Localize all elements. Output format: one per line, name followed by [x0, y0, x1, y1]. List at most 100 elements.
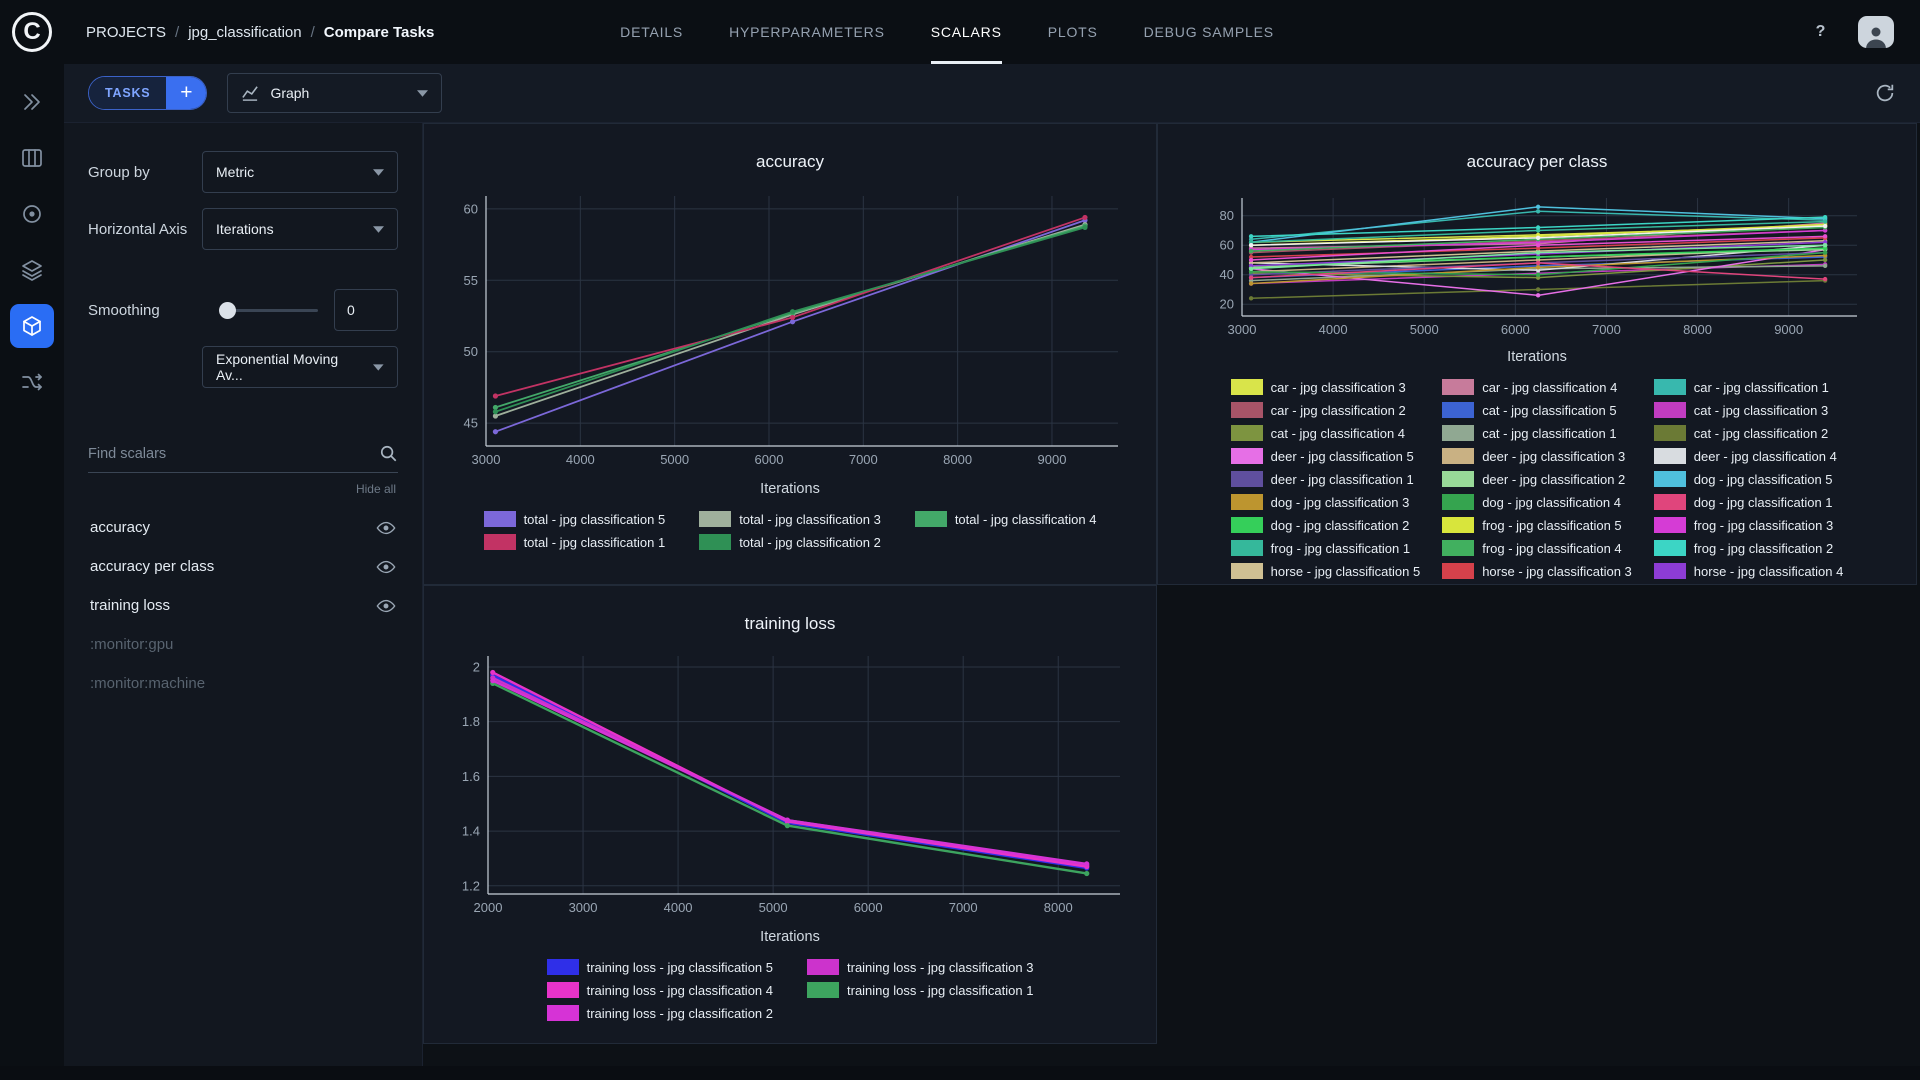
legend-item[interactable]: dog - jpg classification 4 — [1442, 494, 1632, 510]
legend-item[interactable]: horse - jpg classification 4 — [1653, 563, 1843, 579]
legend-item[interactable]: total - jpg classification 2 — [699, 534, 881, 550]
horizontal-axis-select[interactable]: Iterations — [202, 208, 398, 250]
legend-item[interactable]: training loss - jpg classification 4 — [546, 982, 773, 998]
legend-item[interactable]: frog - jpg classification 5 — [1442, 517, 1632, 533]
add-task-button[interactable]: + — [166, 77, 207, 109]
scalar-item[interactable]: :monitor:machine — [88, 664, 398, 703]
legend-item[interactable]: total - jpg classification 3 — [699, 511, 881, 527]
group-by-select[interactable]: Metric — [202, 151, 398, 193]
scalar-item[interactable]: accuracy — [88, 508, 398, 547]
reports-icon[interactable] — [10, 248, 54, 292]
legend-item[interactable]: deer - jpg classification 5 — [1230, 448, 1421, 464]
breadcrumb-projects[interactable]: PROJECTS — [86, 24, 166, 41]
legend-item[interactable]: dog - jpg classification 5 — [1653, 471, 1844, 487]
legend-item[interactable]: cat - jpg classification 5 — [1442, 402, 1632, 418]
legend-item[interactable]: cat - jpg classification 3 — [1653, 402, 1844, 418]
legend-item[interactable]: cat - jpg classification 2 — [1653, 425, 1844, 441]
view-mode-select[interactable]: Graph — [227, 73, 443, 113]
tab-scalars[interactable]: SCALARS — [930, 0, 1002, 64]
legend-item[interactable]: training loss - jpg classification 1 — [807, 982, 1033, 998]
legend-item[interactable]: total - jpg classification 4 — [914, 511, 1096, 527]
breadcrumb-compare-tasks[interactable]: Compare Tasks — [324, 24, 435, 41]
svg-text:4000: 4000 — [566, 452, 595, 467]
visibility-eye-icon[interactable] — [376, 560, 396, 574]
tab-details[interactable]: DETAILS — [620, 0, 683, 64]
breadcrumb-separator: / — [310, 23, 315, 41]
legend-item[interactable]: horse - jpg classification 3 — [1442, 563, 1632, 579]
legend-item[interactable]: deer - jpg classification 3 — [1442, 448, 1632, 464]
legend-item[interactable]: deer - jpg classification 2 — [1442, 471, 1632, 487]
clearml-logo[interactable]: C — [0, 12, 64, 52]
refresh-icon[interactable] — [1874, 82, 1896, 104]
legend-swatch — [1442, 379, 1475, 395]
svg-text:45: 45 — [464, 416, 478, 431]
legend-item[interactable]: car - jpg classification 3 — [1230, 379, 1421, 395]
tab-debug-samples[interactable]: DEBUG SAMPLES — [1144, 0, 1274, 64]
chevron-down-icon — [373, 168, 384, 176]
legend-item[interactable]: frog - jpg classification 2 — [1653, 540, 1844, 556]
legend-item[interactable]: horse - jpg classification 5 — [1230, 563, 1420, 579]
legend-item[interactable]: car - jpg classification 2 — [1230, 402, 1421, 418]
hide-all-button[interactable]: Hide all — [88, 482, 396, 496]
datasets-icon[interactable] — [10, 136, 54, 180]
x-axis-label: Iterations — [760, 929, 820, 945]
smoothing-value-input[interactable] — [334, 289, 398, 331]
scalar-item[interactable]: accuracy per class — [88, 547, 398, 586]
legend-item[interactable]: dog - jpg classification 1 — [1653, 494, 1844, 510]
accuracy-per-class-line-chart[interactable]: 3000 4000 5000 6000 7000 8000 9000 20 40 60 80 — [1192, 184, 1882, 344]
legend-item[interactable]: total - jpg classification 1 — [483, 534, 666, 550]
legend-item[interactable]: dog - jpg classification 3 — [1230, 494, 1421, 510]
legend-item[interactable]: cat - jpg classification 1 — [1442, 425, 1632, 441]
breadcrumb-project-name[interactable]: jpg_classification — [188, 24, 301, 41]
svg-text:50: 50 — [464, 344, 478, 359]
scalar-label: accuracy per class — [90, 558, 215, 575]
legend-item[interactable]: frog - jpg classification 3 — [1653, 517, 1844, 533]
tasks-button[interactable]: TASKS + — [88, 76, 208, 110]
legend-item[interactable]: frog - jpg classification 4 — [1442, 540, 1632, 556]
app-side-rail — [0, 64, 64, 1080]
search-icon[interactable] — [379, 444, 398, 463]
legend-swatch — [1442, 563, 1475, 579]
tab-hyperparameters[interactable]: HYPERPARAMETERS — [729, 0, 885, 64]
charts-area: accuracy 3000 4000 5000 6000 7000 8000 9000 45 5… — [423, 123, 1920, 1080]
accuracy-line-chart[interactable]: 3000 4000 5000 6000 7000 8000 9000 45 50 55 60 — [440, 184, 1140, 476]
help-icon[interactable]: ? — [1807, 19, 1834, 46]
horizontal-scrollbar[interactable] — [0, 1066, 1920, 1080]
projects-icon[interactable] — [10, 80, 54, 124]
models-icon[interactable] — [10, 192, 54, 236]
legend-item[interactable]: training loss - jpg classification 3 — [807, 959, 1033, 975]
legend-item[interactable]: deer - jpg classification 1 — [1230, 471, 1421, 487]
legend-label: total - jpg classification 1 — [523, 534, 666, 550]
smoothing-type-select[interactable]: Exponential Moving Av... — [202, 346, 398, 388]
applications-icon[interactable] — [10, 304, 54, 348]
legend-item[interactable]: frog - jpg classification 1 — [1230, 540, 1421, 556]
smoothing-slider-thumb[interactable] — [219, 301, 236, 319]
legend-item[interactable]: dog - jpg classification 2 — [1230, 517, 1421, 533]
legend-label: deer - jpg classification 2 — [1482, 471, 1626, 487]
scalar-label: training loss — [90, 597, 171, 614]
svg-text:80: 80 — [1220, 208, 1234, 223]
legend-item[interactable]: total - jpg classification 5 — [483, 511, 665, 527]
training-loss-line-chart[interactable]: 2000 3000 4000 5000 6000 7000 8000 1.2 1.4 1.6 1.8… — [440, 646, 1140, 924]
scalar-item[interactable]: :monitor:gpu — [88, 625, 398, 664]
scalar-item[interactable]: training loss — [88, 586, 398, 625]
tasks-button-label[interactable]: TASKS — [89, 77, 167, 109]
visibility-eye-icon[interactable] — [376, 521, 396, 535]
legend-item[interactable]: car - jpg classification 4 — [1442, 379, 1632, 395]
legend-label: total - jpg classification 3 — [739, 511, 881, 527]
scalar-label: :monitor:machine — [90, 675, 206, 692]
legend-label: dog - jpg classification 1 — [1693, 494, 1833, 510]
orchestration-icon[interactable] — [10, 360, 54, 404]
search-input[interactable] — [88, 445, 379, 462]
tab-plots[interactable]: PLOTS — [1048, 0, 1098, 64]
legend-item[interactable]: training loss - jpg classification 2 — [546, 1005, 773, 1021]
legend-item[interactable]: cat - jpg classification 4 — [1230, 425, 1421, 441]
user-avatar[interactable] — [1858, 16, 1894, 48]
legend-item[interactable]: training loss - jpg classification 5 — [546, 959, 773, 975]
training-loss-chart-card: training loss 2000 3000 4000 5000 6000 7000 80… — [423, 585, 1157, 1044]
visibility-eye-icon[interactable] — [376, 599, 396, 613]
group-by-label: Group by — [88, 163, 150, 181]
legend-item[interactable]: car - jpg classification 1 — [1653, 379, 1844, 395]
legend-item[interactable]: deer - jpg classification 4 — [1653, 448, 1844, 464]
smoothing-slider[interactable] — [219, 301, 318, 319]
